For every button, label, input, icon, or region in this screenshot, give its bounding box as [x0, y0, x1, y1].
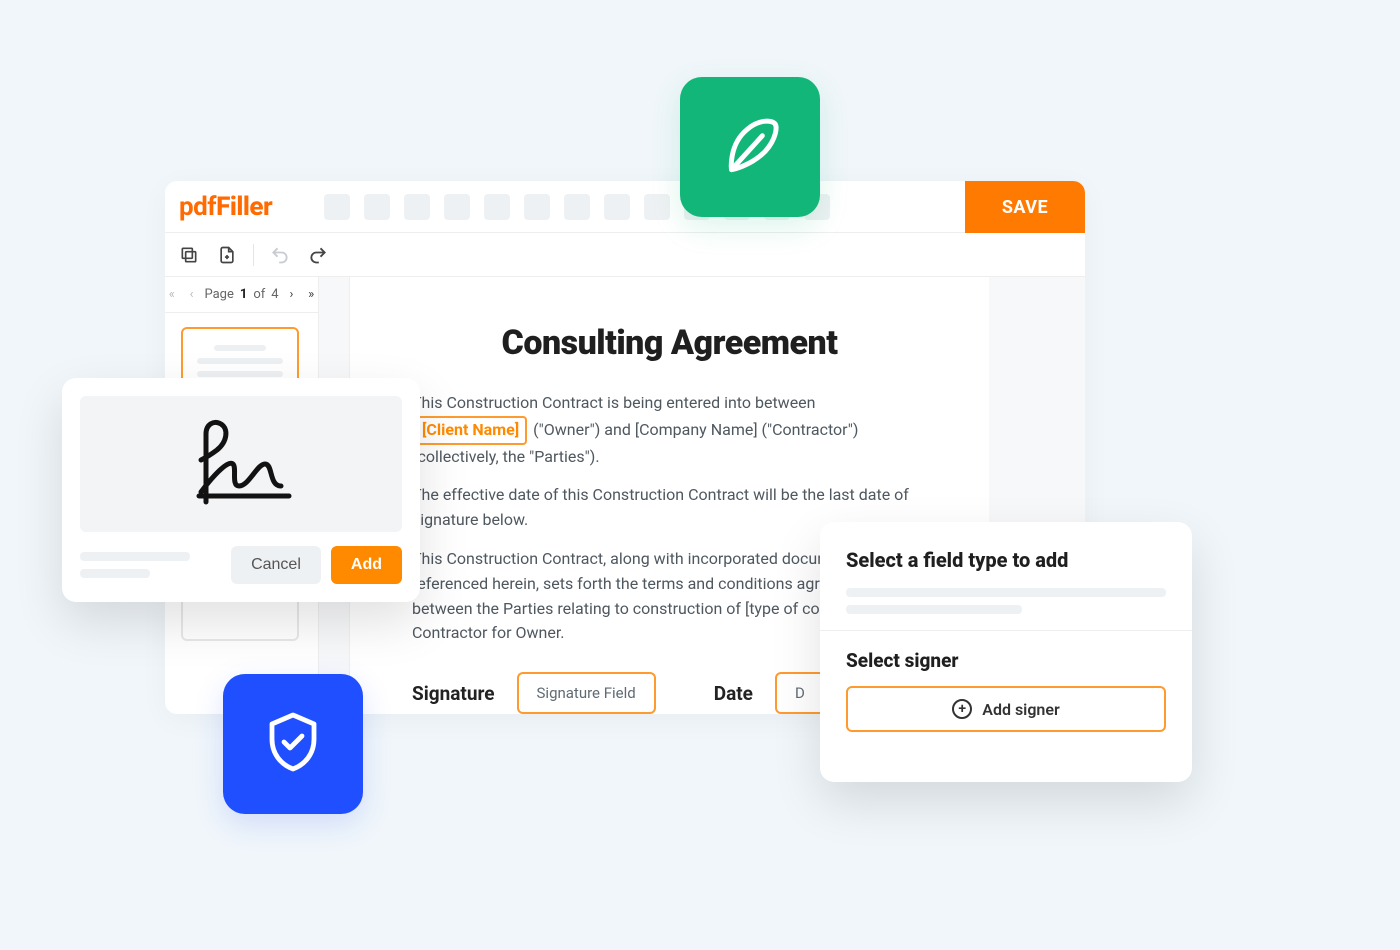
page-next-icon[interactable]: ›: [285, 287, 299, 302]
select-signer-title: Select signer: [846, 649, 1166, 672]
document-title: Consulting Agreement: [412, 323, 927, 363]
brand-prefix: pdf: [179, 192, 216, 222]
shield-tile: [223, 674, 363, 814]
client-name-field[interactable]: [Client Name]: [414, 416, 527, 445]
copy-icon[interactable]: [177, 243, 201, 267]
toolbar-placeholder: [564, 194, 590, 220]
signature-canvas[interactable]: [80, 396, 402, 532]
page-last-icon[interactable]: »: [304, 287, 318, 302]
top-toolbar: pdfFiller SAVE: [165, 181, 1085, 233]
signature-glyph-icon: [161, 412, 321, 516]
signature-actions: Cancel Add: [80, 546, 402, 584]
toolbar-divider: [253, 244, 254, 266]
date-label: Date: [714, 682, 753, 705]
divider: [820, 630, 1192, 631]
toolbar-placeholder: [484, 194, 510, 220]
toolbar-placeholder: [604, 194, 630, 220]
cancel-button[interactable]: Cancel: [231, 546, 321, 584]
page-of: of: [253, 287, 265, 302]
page-total: 4: [271, 287, 278, 302]
toolbar-placeholder: [404, 194, 430, 220]
add-signer-button[interactable]: + Add signer: [846, 686, 1166, 732]
file-add-icon[interactable]: [215, 243, 239, 267]
redo-icon[interactable]: [306, 243, 330, 267]
page-indicator: « ‹ Page 1 of 4 › »: [165, 277, 318, 313]
page-current: 1: [240, 287, 247, 302]
page-prefix: Page: [204, 287, 233, 302]
doc-paragraph-1: This Construction Contract is being ente…: [412, 391, 927, 469]
plus-circle-icon: +: [952, 699, 972, 719]
shield-check-icon: [257, 706, 329, 782]
field-popup-title: Select a field type to add: [846, 548, 1166, 572]
brand-logo: pdfFiller: [179, 192, 272, 222]
toolbar-placeholder: [644, 194, 670, 220]
sub-toolbar: [165, 233, 1085, 277]
signature-field[interactable]: Signature Field: [517, 672, 656, 714]
page-prev-icon[interactable]: ‹: [185, 287, 199, 302]
toolbar-placeholder: [324, 194, 350, 220]
signature-label: Signature: [412, 682, 495, 705]
signature-popup: Cancel Add: [62, 378, 420, 602]
date-field[interactable]: D: [775, 672, 825, 714]
placeholder-lines: [846, 588, 1166, 614]
feather-tile: [680, 77, 820, 217]
toolbar-placeholder: [444, 194, 470, 220]
page-first-icon[interactable]: «: [165, 287, 179, 302]
toolbar-placeholder: [364, 194, 390, 220]
toolbar-placeholder: [524, 194, 550, 220]
add-button[interactable]: Add: [331, 546, 402, 584]
save-button[interactable]: SAVE: [965, 181, 1085, 233]
add-signer-label: Add signer: [982, 700, 1059, 719]
undo-icon[interactable]: [268, 243, 292, 267]
field-type-popup: Select a field type to add Select signer…: [820, 522, 1192, 782]
placeholder-lines: [80, 552, 221, 578]
feather-icon: [713, 108, 787, 186]
brand-suffix: Filler: [216, 192, 272, 222]
